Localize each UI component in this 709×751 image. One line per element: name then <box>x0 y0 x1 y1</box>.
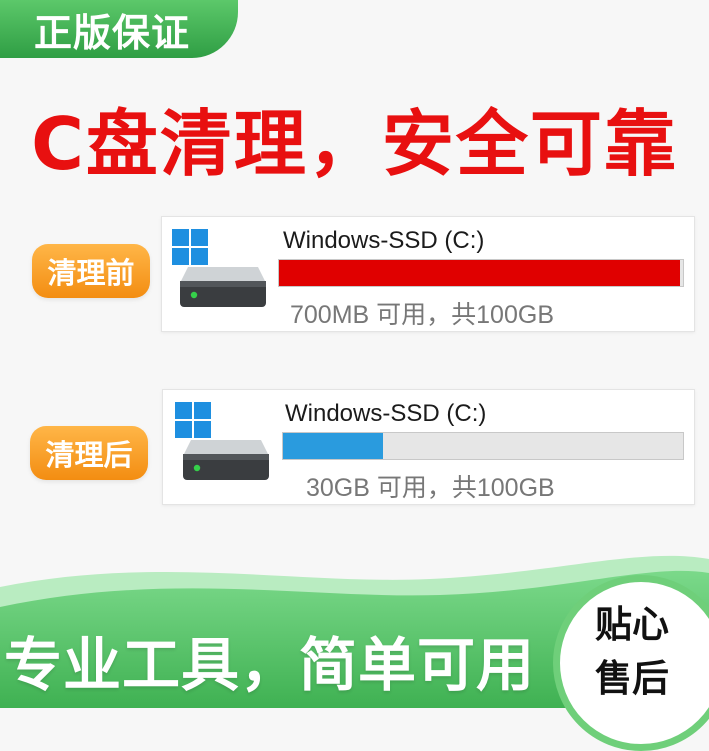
after-sales-line2: 售后 <box>595 657 669 700</box>
genuine-guarantee-text: 正版保证 <box>33 10 190 55</box>
after-usage-fill <box>283 433 383 459</box>
hard-drive-icon <box>172 229 266 307</box>
after-sales-text: 贴心 售后 <box>595 598 695 706</box>
before-tag-label: 清理前 <box>47 256 135 290</box>
after-tag: 清理后 <box>30 426 148 480</box>
before-usage-text: 700MB 可用，共100GB <box>290 301 554 329</box>
after-tag-label: 清理后 <box>45 438 133 472</box>
after-sales-line1: 贴心 <box>595 603 669 646</box>
windows-logo-icon <box>175 402 211 438</box>
headline: C盘清理，安全可靠 <box>31 102 678 186</box>
after-usage-text: 30GB 可用，共100GB <box>306 474 555 502</box>
genuine-guarantee-badge: 正版保证 <box>0 0 238 58</box>
windows-logo-icon <box>172 229 208 265</box>
footer-slogan: 专业工具，简单可用 <box>4 631 536 699</box>
before-usage-bar <box>278 259 684 287</box>
before-usage-fill <box>279 260 681 286</box>
after-drive-card: Windows-SSD (C:) 30GB 可用，共100GB <box>162 389 695 505</box>
after-usage-bar <box>282 432 684 460</box>
after-drive-name: Windows-SSD (C:) <box>285 400 487 427</box>
before-tag: 清理前 <box>32 244 150 298</box>
before-drive-card: Windows-SSD (C:) 700MB 可用，共100GB <box>161 216 695 332</box>
before-drive-name: Windows-SSD (C:) <box>283 227 485 254</box>
hard-drive-icon <box>175 402 269 480</box>
